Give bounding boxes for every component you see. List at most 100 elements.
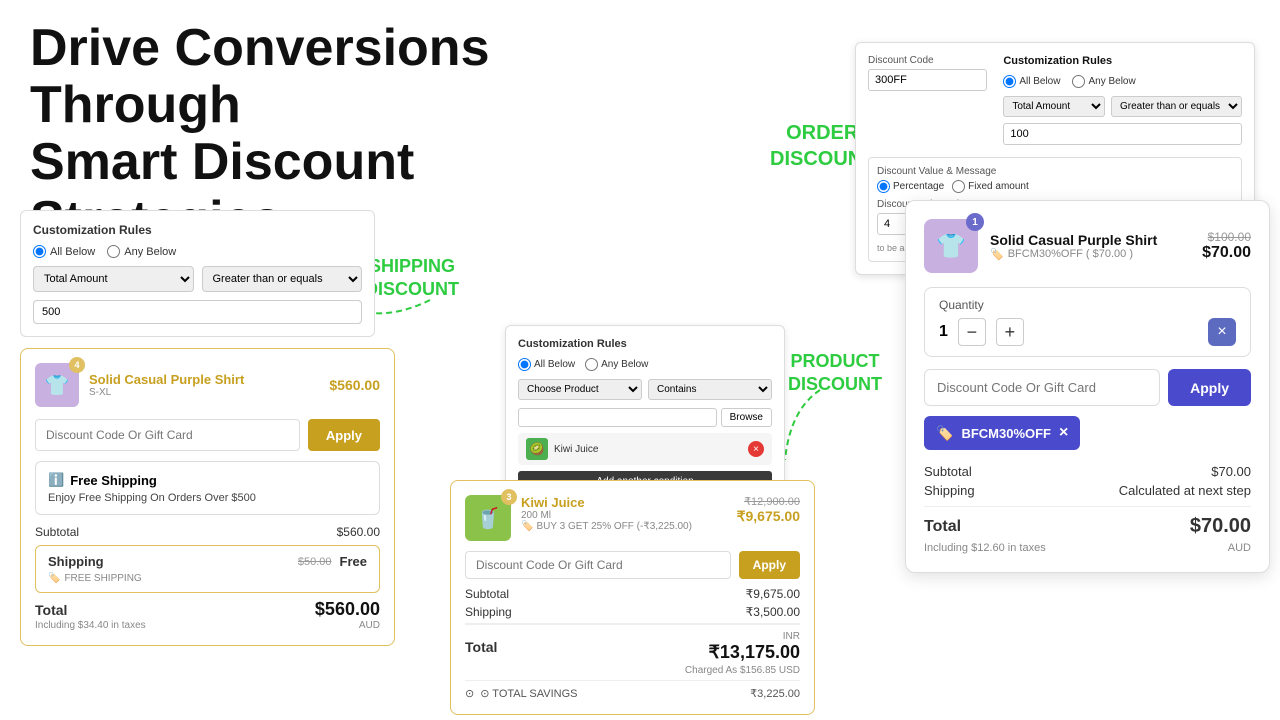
- tag-icon: 🏷️: [48, 573, 60, 584]
- kiwi-discount-input-row: Apply: [465, 551, 800, 579]
- quantity-value: 1: [939, 323, 948, 341]
- admin-amount-input[interactable]: [1003, 123, 1242, 145]
- checkout-product-info: Solid Casual Purple Shirt 🏷️ BFCM30%OFF …: [990, 232, 1190, 261]
- info-icon: ℹ️: [48, 472, 64, 488]
- label-product-discount: PRODUCTDISCOUNT: [788, 350, 882, 397]
- checkout-prices: $100.00 $70.00: [1202, 230, 1251, 262]
- qty-close-button[interactable]: ×: [1208, 318, 1236, 346]
- kiwi-bottle-icon: 🥤: [476, 506, 501, 531]
- kiwi-totals: Subtotal ₹9,675.00 Shipping ₹3,500.00 To…: [465, 587, 800, 700]
- admin-dv-section-label: Discount Value & Message: [877, 166, 1233, 177]
- quantity-label: Quantity: [939, 298, 1236, 312]
- free-shipping-title: ℹ️ Free Shipping: [48, 472, 367, 488]
- cart-badge: 4: [69, 357, 85, 373]
- left-total-amount-select[interactable]: Total Amount: [33, 266, 194, 292]
- kiwi-discount-tag: 🏷️ BUY 3 GET 25% OFF (-₹3,225.00): [521, 521, 727, 532]
- applied-tag-icon: 🏷️: [936, 425, 953, 442]
- checkout-total-amount: $70.00: [1190, 515, 1251, 538]
- shipping-free: Free: [340, 554, 367, 569]
- admin-section-title: Customization Rules: [1003, 55, 1242, 67]
- mid-operator-select[interactable]: Contains: [648, 379, 772, 400]
- kiwi-product-name: Kiwi Juice: [521, 495, 727, 510]
- search-browse-row: Browse: [518, 408, 772, 427]
- shipping-original: $50.00: [298, 556, 332, 568]
- cart-product-row: 👕 4 Solid Casual Purple Shirt S-XL $560.…: [35, 363, 380, 407]
- cart-product-variant: S-XL: [89, 387, 319, 398]
- checkout-final-price: $70.00: [1202, 244, 1251, 262]
- label-shipping-discount: SHIPPINGDISCOUNT: [365, 255, 459, 302]
- checkout-discount-tag: 🏷️ BFCM30%OFF ( $70.00 ): [990, 248, 1190, 261]
- shipping-box: Shipping $50.00 Free 🏷️ FREE SHIPPING: [35, 545, 380, 593]
- kiwi-product-info: Kiwi Juice 200 Ml 🏷️ BUY 3 GET 25% OFF (…: [521, 495, 727, 532]
- kiwi-total-amount: ₹13,175.00: [708, 642, 800, 662]
- admin-discount-code-input[interactable]: [868, 69, 987, 91]
- free-shipping-box: ℹ️ Free Shipping Enjoy Free Shipping On …: [35, 461, 380, 515]
- kiwi-total-row: Total INR ₹13,175.00: [465, 623, 800, 663]
- admin-total-amount-select[interactable]: Total Amount: [1003, 96, 1105, 117]
- tag-icon: 🏷️: [521, 521, 533, 532]
- checkout-badge: 1: [966, 213, 984, 231]
- total-row: Total $560.00: [35, 599, 380, 620]
- total-label: Total: [35, 602, 67, 618]
- checkout-total-row: Total $70.00: [924, 515, 1251, 538]
- cart-product-image: 👕 4: [35, 363, 79, 407]
- qty-minus-button[interactable]: −: [958, 318, 986, 346]
- qty-plus-button[interactable]: +: [996, 318, 1024, 346]
- cart-totals: Subtotal $560.00 Shipping $50.00 Free 🏷️…: [35, 525, 380, 631]
- left-config-panel: Customization Rules All Below Any Below …: [20, 210, 375, 337]
- checkout-product-image: 👕 1: [924, 219, 978, 273]
- quantity-controls: 1 − + ×: [939, 318, 1236, 346]
- subtotal-row: Subtotal $560.00: [35, 525, 380, 539]
- kiwi-total-label: Total: [465, 639, 497, 655]
- cart-product-name: Solid Casual Purple Shirt: [89, 372, 319, 387]
- kiwi-cart-product-row: 🥤 3 Kiwi Juice 200 Ml 🏷️ BUY 3 GET 25% O…: [465, 495, 800, 541]
- kiwi-final-price: ₹9,675.00: [737, 508, 800, 525]
- kiwi-badge: 3: [501, 489, 517, 505]
- kiwi-discount-input[interactable]: [465, 551, 731, 579]
- checkout-product-row: 👕 1 Solid Casual Purple Shirt 🏷️ BFCM30%…: [924, 219, 1251, 273]
- remove-applied-code-button[interactable]: ×: [1059, 424, 1068, 442]
- checkout-apply-button[interactable]: Apply: [1168, 369, 1251, 406]
- cart-discount-input[interactable]: [35, 419, 300, 451]
- kiwi-product-variant: 200 Ml: [521, 510, 727, 521]
- checkout-original-price: $100.00: [1202, 230, 1251, 244]
- cart-product-price: $560.00: [329, 377, 380, 393]
- admin-radio-group: All Below Any Below: [1003, 75, 1242, 88]
- cart-product-info: Solid Casual Purple Shirt S-XL: [89, 372, 319, 398]
- middle-config-title: Customization Rules: [518, 338, 772, 350]
- shipping-label: Shipping: [48, 554, 104, 569]
- applied-code-text: BFCM30%OFF: [961, 426, 1051, 441]
- checkout-shipping-row: Shipping Calculated at next step: [924, 483, 1251, 498]
- cart-apply-button[interactable]: Apply: [308, 419, 380, 451]
- kiwi-subtotal-row: Subtotal ₹9,675.00: [465, 587, 800, 601]
- admin-operator-select[interactable]: Greater than or equals: [1111, 96, 1242, 117]
- kiwi-apply-button[interactable]: Apply: [739, 551, 800, 579]
- checkout-panel: 👕 1 Solid Casual Purple Shirt 🏷️ BFCM30%…: [905, 200, 1270, 573]
- kiwi-original-price: ₹12,900.00: [737, 495, 800, 508]
- shirt-icon: 👕: [45, 373, 70, 398]
- kiwi-item-row: 🥝 Kiwi Juice ×: [518, 433, 772, 465]
- tax-row: Including $34.40 in taxes AUD: [35, 620, 380, 631]
- kiwi-remove-button[interactable]: ×: [748, 441, 764, 457]
- left-operator-select[interactable]: Greater than or equals: [202, 266, 363, 292]
- free-shipping-desc: Enjoy Free Shipping On Orders Over $500: [48, 492, 367, 504]
- cart-discount-input-row: Apply: [35, 419, 380, 451]
- kiwi-savings-row: ⊙ ⊙ TOTAL SAVINGS ₹3,225.00: [465, 680, 800, 700]
- checkout-discount-input-row: Apply: [924, 369, 1251, 406]
- left-config-title: Customization Rules: [33, 223, 362, 237]
- left-amount-input[interactable]: [33, 300, 362, 324]
- total-amount: $560.00: [315, 599, 380, 620]
- applied-code-tag: 🏷️ BFCM30%OFF ×: [924, 416, 1080, 450]
- browse-button[interactable]: Browse: [721, 408, 772, 427]
- kiwi-total-note: Charged As $156.85 USD: [465, 665, 800, 676]
- cart-panel-middle: 🥤 3 Kiwi Juice 200 Ml 🏷️ BUY 3 GET 25% O…: [450, 480, 815, 715]
- kiwi-name: Kiwi Juice: [554, 444, 742, 455]
- mid-search-input[interactable]: [518, 408, 717, 427]
- mid-product-select[interactable]: Choose Product: [518, 379, 642, 400]
- shipping-tag: 🏷️ FREE SHIPPING: [48, 573, 367, 584]
- admin-discount-code-label: Discount Code: [868, 55, 987, 66]
- checkout-product-name: Solid Casual Purple Shirt: [990, 232, 1190, 248]
- checkout-total-label: Total: [924, 518, 961, 536]
- checkout-discount-input[interactable]: [924, 369, 1160, 406]
- kiwi-prices: ₹12,900.00 ₹9,675.00: [737, 495, 800, 525]
